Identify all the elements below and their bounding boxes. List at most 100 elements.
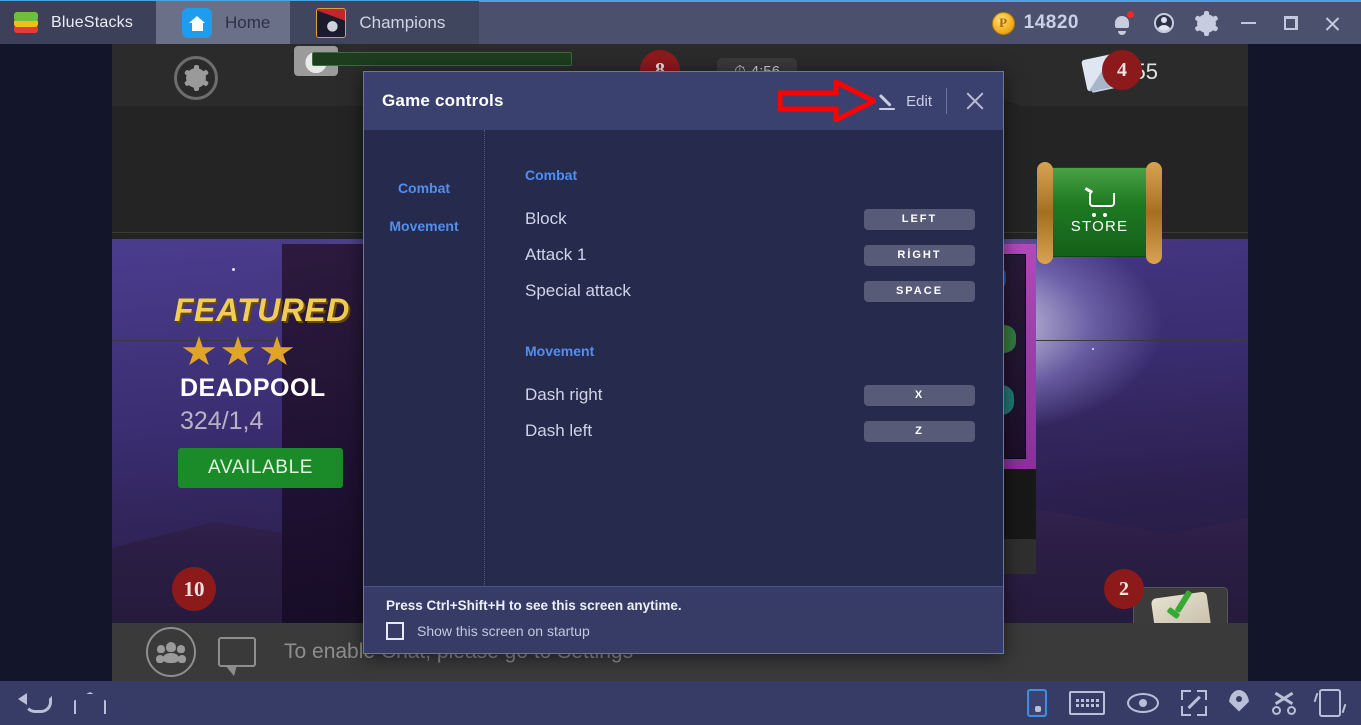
bottom-right-group [1027, 689, 1361, 717]
close-button[interactable] [1311, 1, 1353, 45]
rotate-device-button[interactable] [1027, 689, 1047, 717]
key-binding-button[interactable]: RİGHT [864, 244, 975, 266]
restore-button[interactable] [1269, 1, 1311, 45]
control-row: Block LEFT [525, 201, 975, 237]
key-binding-button[interactable]: X [864, 384, 975, 406]
friends-icon[interactable] [146, 627, 196, 677]
fullscreen-icon [1181, 690, 1207, 716]
control-action-label: Special attack [525, 281, 631, 300]
sidebar-item-movement[interactable]: Movement [364, 210, 484, 248]
shortcut-hint: Press Ctrl+Shift+H to see this screen an… [386, 598, 682, 613]
bottom-left-group [0, 692, 106, 714]
group-title-combat: Combat [525, 167, 578, 183]
keyboard-icon [1069, 691, 1105, 715]
dialog-content: Combat Block LEFT Attack 1 RİGHT Special… [485, 130, 1003, 608]
annotation-badge-4: 4 [1102, 50, 1142, 90]
dialog-header-actions: Edit [865, 72, 1003, 130]
scissors-icon [1271, 691, 1297, 715]
notification-dot [1126, 10, 1135, 19]
tab-champions-label: Champions [359, 13, 446, 32]
control-row: Attack 1 RİGHT [525, 237, 975, 273]
close-icon [1324, 15, 1341, 32]
dialog-sidebar: Combat Movement [364, 130, 485, 608]
dialog-title: Game controls [382, 91, 504, 110]
star-icon [221, 336, 255, 366]
coin-amount: 14820 [1023, 12, 1079, 33]
pencil-icon [879, 92, 897, 110]
chat-bubble-icon[interactable] [218, 637, 256, 676]
coin-balance[interactable]: P 14820 [991, 11, 1079, 35]
shake-device-button[interactable] [1319, 689, 1341, 717]
keyboard-controls-button[interactable] [1069, 691, 1105, 715]
checkmark-icon [1162, 595, 1195, 625]
game-store-button[interactable]: STORE [1037, 162, 1162, 264]
featured-heading: FEATURED [174, 292, 350, 328]
app-brand: BlueStacks [0, 1, 156, 45]
shopping-cart-icon [1085, 189, 1115, 217]
featured-progress: 324/1,4 [180, 407, 264, 435]
sidebar-item-combat[interactable]: Combat [364, 166, 484, 210]
group-title-movement: Movement [525, 343, 595, 359]
rotate-device-icon [1027, 689, 1047, 717]
coin-icon: P [991, 11, 1015, 35]
control-action-label: Dash right [525, 385, 603, 404]
user-avatar-icon [1154, 13, 1174, 33]
settings-button[interactable] [1185, 1, 1227, 45]
bluestacks-logo-icon [14, 11, 40, 35]
gear-icon [183, 65, 209, 91]
dialog-header: Game controls Edit [364, 72, 1003, 130]
startup-checkbox-row[interactable]: Show this screen on startup [386, 622, 1003, 640]
notifications-button[interactable] [1101, 1, 1143, 45]
game-settings-button[interactable] [174, 56, 218, 100]
back-button[interactable] [18, 692, 52, 714]
startup-checkbox-label: Show this screen on startup [417, 623, 590, 639]
brand-label: BlueStacks [51, 14, 134, 31]
minimize-icon [1240, 22, 1256, 24]
location-pin-icon [1229, 690, 1249, 717]
minimize-button[interactable] [1227, 1, 1269, 45]
control-action-label: Attack 1 [525, 245, 587, 264]
control-row: Dash left Z [525, 413, 975, 449]
close-icon [964, 90, 986, 112]
fullscreen-button[interactable] [1181, 690, 1207, 716]
account-button[interactable] [1143, 1, 1185, 45]
startup-checkbox[interactable] [386, 622, 404, 640]
dialog-close-button[interactable] [947, 72, 1003, 130]
titlebar-right-group: P 14820 [991, 1, 1361, 45]
house-icon [182, 8, 212, 38]
tab-home[interactable]: Home [156, 1, 305, 45]
title-bar: BlueStacks Home Champions P 14820 [0, 0, 1361, 45]
gear-icon [1193, 10, 1219, 36]
bluestacks-window: BlueStacks Home Champions P 14820 8 55 4… [0, 0, 1361, 725]
annotation-badge-2: 2 [1104, 569, 1144, 609]
annotation-badge-10: 10 [172, 567, 216, 611]
featured-star-rating [182, 336, 294, 368]
home-icon [74, 692, 106, 714]
key-binding-button[interactable]: SPACE [864, 280, 975, 302]
shake-device-icon [1319, 689, 1341, 717]
featured-available-button[interactable]: AVAILABLE [178, 448, 343, 488]
bottom-toolbar [0, 681, 1361, 725]
tab-home-label: Home [225, 13, 271, 32]
key-binding-button[interactable]: Z [864, 420, 975, 442]
screenshot-cut-button[interactable] [1271, 691, 1297, 715]
annotation-arrow-icon [778, 80, 876, 122]
eye-view-button[interactable] [1127, 693, 1159, 713]
key-binding-button[interactable]: LEFT [864, 208, 975, 230]
control-row: Dash right X [525, 377, 975, 413]
tab-champions[interactable]: Champions [290, 1, 480, 45]
dialog-body: Combat Movement Combat Block LEFT Attack… [364, 130, 1003, 608]
energy-bar [312, 52, 572, 66]
restore-icon [1283, 15, 1298, 30]
game-controls-dialog: Game controls Edit Combat Movement Comba… [363, 71, 1004, 654]
control-row: Special attack SPACE [525, 273, 975, 309]
home-nav-button[interactable] [74, 692, 106, 714]
eye-icon [1127, 693, 1159, 713]
edit-controls-button[interactable]: Edit [865, 92, 946, 110]
dialog-footer: Press Ctrl+Shift+H to see this screen an… [364, 586, 1003, 653]
back-icon [18, 692, 52, 714]
location-button[interactable] [1229, 690, 1249, 717]
game-store-label: STORE [1070, 218, 1129, 235]
featured-champion-name: DEADPOOL [180, 374, 326, 402]
edit-label: Edit [906, 92, 932, 110]
